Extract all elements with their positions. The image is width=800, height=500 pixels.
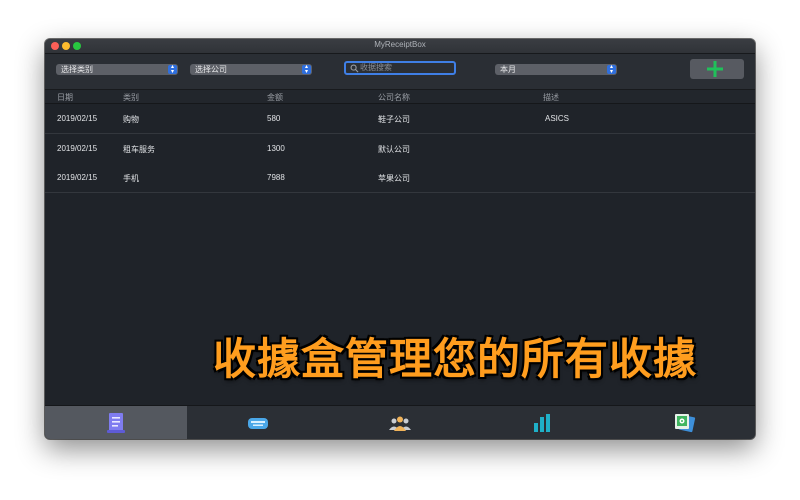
table-row[interactable]: 2019/02/15 购物 580 鞋子公司 ASICS <box>45 104 755 134</box>
chevron-updown-icon: ▴ ▾ <box>302 64 311 74</box>
column-header-category[interactable]: 类别 <box>123 92 139 103</box>
tab-companies[interactable] <box>329 406 471 439</box>
receipt-icon <box>107 413 125 433</box>
tab-payment-methods[interactable] <box>187 406 329 439</box>
cell-amount: 7988 <box>267 173 285 182</box>
search-placeholder: 收据搜索 <box>360 63 392 72</box>
cell-amount: 580 <box>267 114 281 123</box>
add-receipt-button[interactable] <box>690 59 744 79</box>
period-select[interactable]: 本月 ▴ ▾ <box>495 64 617 75</box>
column-header-date[interactable]: 日期 <box>57 92 73 103</box>
period-select-value: 本月 <box>500 65 516 74</box>
app-window: MyReceiptBox 选择类别 ▴ ▾ 选择公司 ▴ ▾ 收据搜索 本月 ▴ ▾ <box>45 39 755 439</box>
cell-description: ASICS <box>545 114 570 123</box>
cell-company: 默认公司 <box>378 145 410 154</box>
people-icon <box>389 416 411 431</box>
plus-icon <box>707 61 723 77</box>
tab-photos[interactable] <box>613 406 755 439</box>
promo-caption: 收據盒管理您的所有收據 <box>213 335 697 385</box>
bar-chart-icon <box>534 414 550 432</box>
category-select[interactable]: 选择类别 ▴ ▾ <box>56 64 178 75</box>
company-select[interactable]: 选择公司 ▴ ▾ <box>190 64 312 75</box>
cell-date: 2019/02/15 <box>57 144 98 153</box>
column-header-company[interactable]: 公司名称 <box>378 92 410 103</box>
photo-stack-icon <box>675 414 696 433</box>
toolbar: 选择类别 ▴ ▾ 选择公司 ▴ ▾ 收据搜索 本月 ▴ ▾ <box>45 54 755 90</box>
table-row[interactable]: 2019/02/15 租车服务 1300 默认公司 <box>45 134 755 164</box>
cell-company: 苹果公司 <box>378 174 410 183</box>
search-icon <box>350 64 359 73</box>
chevron-updown-icon: ▴ ▾ <box>607 64 616 74</box>
chevron-updown-icon: ▴ ▾ <box>168 64 177 74</box>
table-header: 日期 类别 金额 公司名称 描述 <box>45 90 755 104</box>
column-header-amount[interactable]: 金额 <box>267 92 283 103</box>
cell-category: 购物 <box>123 115 139 124</box>
category-select-value: 选择类别 <box>61 65 93 74</box>
tab-receipts[interactable] <box>45 406 187 439</box>
cell-date: 2019/02/15 <box>57 114 98 123</box>
window-title: MyReceiptBox <box>374 40 426 49</box>
table-row[interactable]: 2019/02/15 手机 7988 苹果公司 <box>45 163 755 193</box>
search-input[interactable]: 收据搜索 <box>344 61 456 75</box>
column-header-description[interactable]: 描述 <box>543 92 559 103</box>
title-bar: MyReceiptBox <box>45 39 755 54</box>
tab-statistics[interactable] <box>471 406 613 439</box>
company-select-value: 选择公司 <box>195 65 227 74</box>
tab-bar <box>45 405 755 439</box>
cell-category: 手机 <box>123 174 139 183</box>
cell-date: 2019/02/15 <box>57 173 98 182</box>
cell-category: 租车服务 <box>123 145 155 154</box>
cell-company: 鞋子公司 <box>378 115 410 124</box>
cell-amount: 1300 <box>267 144 285 153</box>
payment-card-icon <box>248 418 268 429</box>
